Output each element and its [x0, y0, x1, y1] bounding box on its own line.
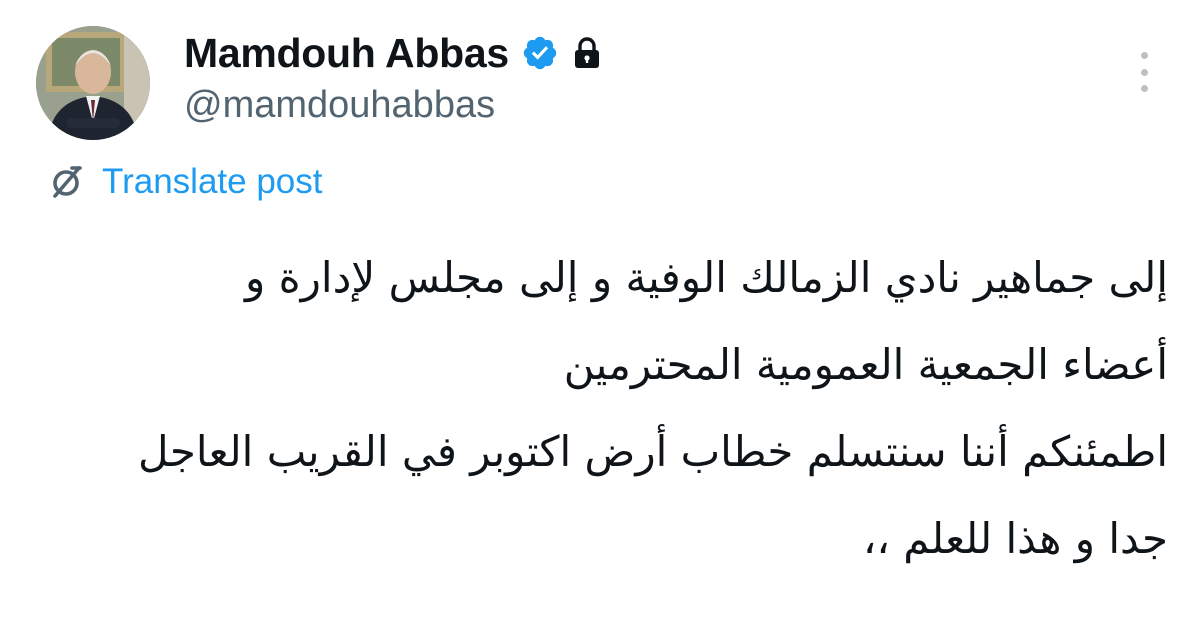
more-dot	[1140, 68, 1148, 76]
translate-icon	[46, 162, 86, 202]
translate-post-label[interactable]: Translate post	[102, 162, 322, 202]
post-text-line: أعضاء الجمعية العمومية المحترمين	[563, 340, 1168, 389]
post-text-line: إلى جماهير نادي الزمالك الوفية و إلى مجل…	[245, 253, 1168, 302]
post-text-line: جدا و هذا للعلم ،،	[862, 514, 1168, 563]
more-dot	[1140, 52, 1148, 59]
avatar-image	[36, 26, 150, 140]
translate-post-button[interactable]: Translate post	[46, 160, 322, 204]
post-text-line: اطمئنكم أننا سنتسلم خطاب أرض اكتوبر في ا…	[138, 427, 1168, 476]
more-dot	[1140, 85, 1148, 92]
verified-badge-icon[interactable]	[521, 34, 559, 72]
protected-lock-icon	[573, 37, 601, 69]
more-options-button[interactable]	[1128, 52, 1160, 92]
author-name-row: Mamdouh Abbas	[184, 26, 601, 80]
post-card: Mamdouh Abbas @mamdouhabbas Translate po…	[0, 0, 1200, 639]
author-avatar[interactable]	[36, 26, 150, 140]
author-display-name[interactable]: Mamdouh Abbas	[184, 30, 509, 77]
post-text: إلى جماهير نادي الزمالك الوفية و إلى مجل…	[38, 234, 1168, 582]
author-handle[interactable]: @mamdouhabbas	[184, 84, 495, 127]
